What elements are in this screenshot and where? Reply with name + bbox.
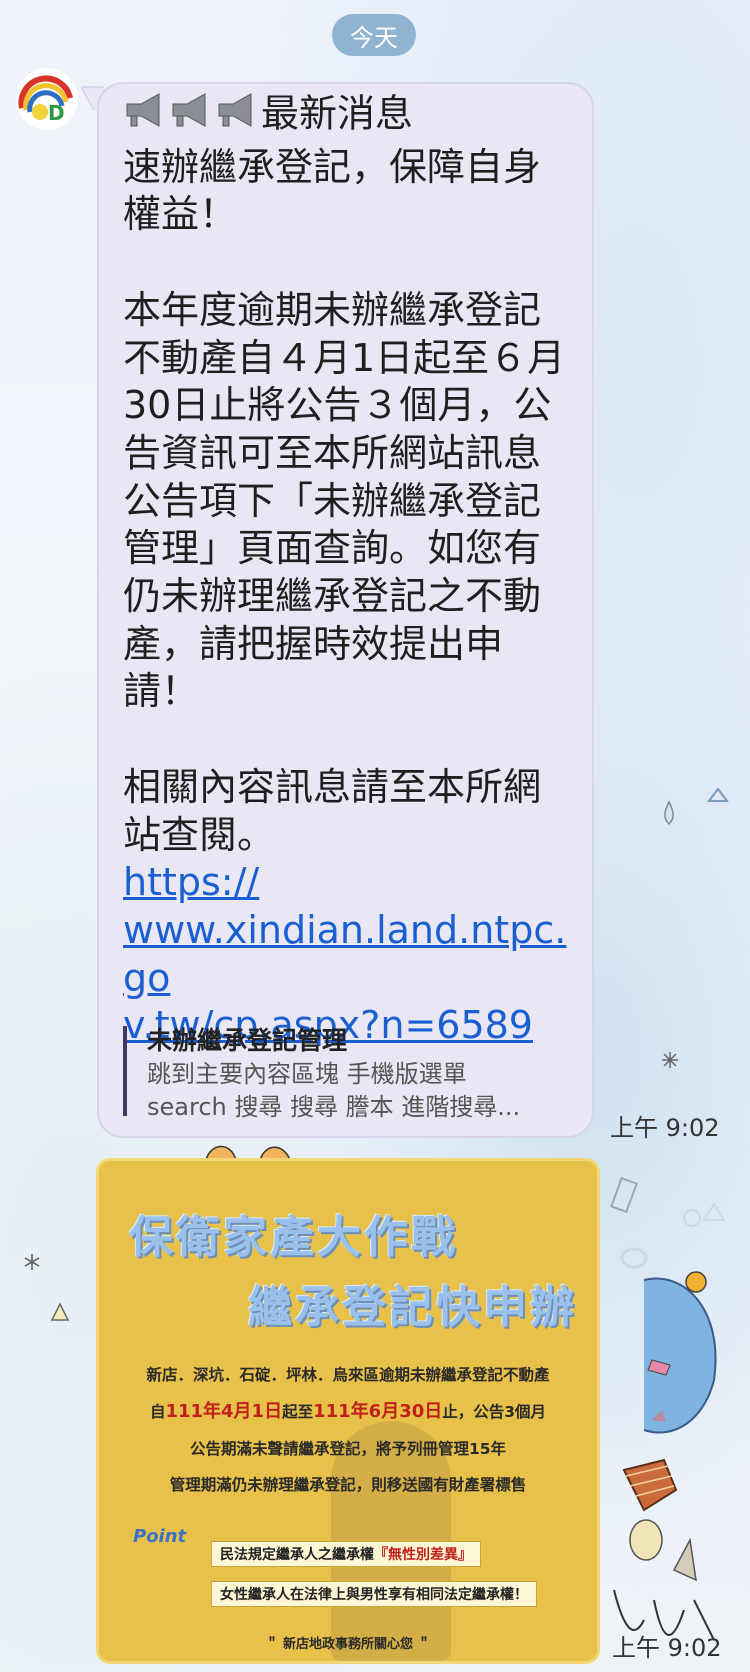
poster-line-3: 公告期滿未聲請繼承登記，將予列冊管理15年 — [189, 1440, 507, 1458]
triangle-icon — [50, 1302, 70, 1321]
headline: 最新消息 — [261, 91, 414, 136]
poster-line-4: 管理期滿仍未辦理繼承登記，則移送國有財產署標售 — [169, 1476, 527, 1494]
link-preview[interactable]: 未辦繼承登記管理 跳到主要內容區塊 手機版選單 search 搜尋 搜尋 謄本 … — [123, 1026, 563, 1121]
asterisk-icon — [24, 1254, 40, 1270]
preview-title: 未辦繼承登記管理 — [147, 1026, 348, 1055]
poster-note-1: 民法規定繼承人之繼承權『無性別差異』 — [211, 1541, 481, 1567]
poster-image[interactable]: 保衛家產大作戰 繼承登記快申辦 新店．深坑．石碇．坪林．烏來區逾期未辦繼承登記不… — [96, 1158, 600, 1664]
website-link[interactable]: https:// www.xindian.land.ntpc.go v.tw/c… — [123, 860, 566, 1047]
message-timestamp: 上午 9:02 — [610, 1114, 720, 1142]
megaphone-icons — [123, 88, 261, 144]
poster-point-label: Point — [133, 1526, 187, 1547]
poster-footer: ＂ 新店地政事務所關心您 ＂ — [265, 1637, 431, 1652]
svg-text:D: D — [48, 101, 65, 125]
subject-line: 速辦繼承登記，保障自身權益！ — [123, 144, 542, 237]
paragraph-2: 相關內容訊息請至本所網站查閱。 — [123, 764, 542, 857]
rainbow-logo-icon: D — [18, 75, 73, 125]
poster-title-2: 繼承登記快申辦 — [248, 1282, 577, 1333]
paragraph-1: 本年度逾期未辦繼承登記不動產自４月1日起至６月30日止將公告３個月，公告資訊可至… — [123, 287, 566, 714]
cartoon-decoration — [610, 1176, 726, 1641]
date-divider: 今天 — [332, 14, 416, 56]
sender-avatar[interactable]: D — [16, 68, 78, 130]
preview-description: 跳到主要內容區塊 手機版選單 search 搜尋 搜尋 謄本 進階搜尋... — [147, 1060, 521, 1121]
sparkle-icon — [662, 1052, 678, 1068]
poster-title-1: 保衛家產大作戰 — [129, 1212, 458, 1263]
message-text: 最新消息 速辦繼承登記，保障自身權益！ 本年度逾期未辦繼承登記不動產自４月1日起… — [123, 88, 575, 1050]
image-timestamp: 上午 9:02 — [612, 1634, 722, 1662]
poster-line-1: 新店．深坑．石碇．坪林．烏來區逾期未辦繼承登記不動產 — [146, 1366, 550, 1384]
poster-note-2: 女性繼承人在法律上與男性享有相同法定繼承權！ — [211, 1581, 537, 1607]
poster-line-2: 自111年4月1日起至111年6月30日止，公告3個月 — [149, 1401, 547, 1422]
triangle-outline-icon — [707, 787, 729, 802]
raindrop-icon — [664, 800, 674, 826]
